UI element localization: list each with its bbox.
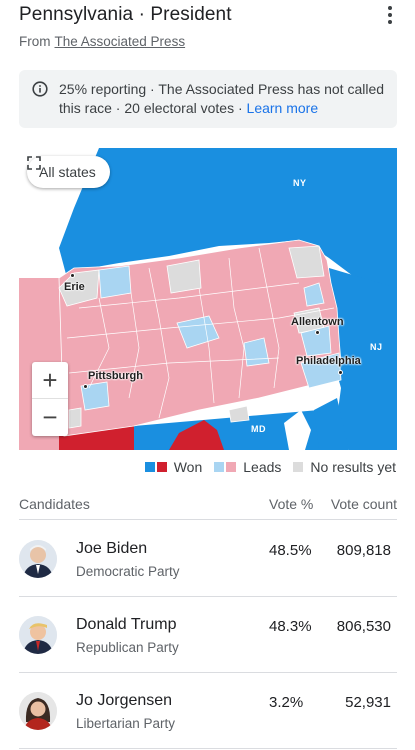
no-results-swatch: [293, 462, 304, 472]
header: Pennsylvania · President From The Associa…: [19, 4, 403, 56]
allentown-dot: [315, 330, 320, 335]
source-link[interactable]: The Associated Press: [55, 34, 186, 49]
allentown-label: Allentown: [291, 316, 344, 328]
candidate-party: Democratic Party: [76, 564, 180, 579]
source-prefix: From: [19, 34, 51, 49]
avatar: [19, 616, 57, 654]
candidate-vote-pct: 48.5%: [269, 542, 312, 559]
results-map[interactable]: All states + − NY NJ MD Erie Allentown P…: [19, 148, 397, 450]
header-vote-pct: Vote %: [269, 496, 314, 512]
legend-won: Won: [144, 459, 203, 475]
no-results-county-4: [68, 407, 82, 429]
ny-label: NY: [293, 178, 307, 188]
pittsburgh-label: Pittsburgh: [88, 370, 143, 382]
won-rep-swatch: [156, 462, 167, 472]
all-states-button[interactable]: All states: [27, 156, 110, 188]
candidate-vote-count: 806,530: [336, 618, 391, 635]
candidate-party: Republican Party: [76, 640, 179, 655]
candidate-row[interactable]: Donald Trump Republican Party 48.3% 806,…: [19, 597, 397, 673]
won-dem-swatch: [144, 462, 155, 472]
candidate-vote-count: 809,818: [336, 542, 391, 559]
all-states-label: All states: [39, 164, 96, 180]
candidate-name: Donald Trump: [76, 616, 177, 633]
candidate-row[interactable]: Jo Jorgensen Libertarian Party 3.2% 52,9…: [19, 673, 397, 749]
results-table-header: Candidates Vote % Vote count: [19, 496, 397, 520]
notice-text: 25% reporting · The Associated Press has…: [59, 81, 385, 116]
candidate-vote-count: 52,931: [345, 694, 391, 711]
candidate-vote-pct: 3.2%: [269, 694, 304, 711]
candidate-vote-pct: 48.3%: [269, 618, 312, 635]
legend-no-results-label: No results yet: [310, 459, 396, 475]
avatar: [19, 540, 57, 578]
candidate-name: Joe Biden: [76, 540, 148, 557]
md-label: MD: [251, 424, 266, 434]
pittsburgh-dot: [83, 384, 88, 389]
expand-icon: [27, 156, 41, 170]
candidate-row[interactable]: Joe Biden Democratic Party 48.5% 809,818: [19, 521, 397, 597]
philadelphia-label: Philadelphia: [296, 355, 361, 367]
header-candidates: Candidates: [19, 496, 90, 512]
map-legend: Won Leads No results yet: [133, 459, 396, 475]
no-results-county-1: [166, 259, 202, 294]
leads-rep-swatch: [226, 462, 237, 472]
learn-more-link[interactable]: Learn more: [247, 100, 319, 116]
dem-leads-erie: [98, 265, 132, 299]
legend-won-label: Won: [173, 459, 203, 475]
more-options-icon[interactable]: [387, 6, 393, 24]
erie-label: Erie: [64, 281, 85, 293]
leads-dem-swatch: [214, 462, 225, 472]
nj-label: NJ: [370, 342, 383, 352]
header-vote-count: Vote count: [330, 496, 397, 512]
map-canvas: [19, 148, 397, 450]
source-line: From The Associated Press: [19, 34, 185, 49]
reporting-notice: 25% reporting · The Associated Press has…: [19, 70, 397, 128]
info-icon: [32, 81, 48, 97]
erie-dot: [70, 273, 75, 278]
legend-leads-label: Leads: [243, 459, 282, 475]
legend-no-results: No results yet: [293, 459, 396, 475]
zoom-in-button[interactable]: +: [32, 362, 68, 399]
candidate-name: Jo Jorgensen: [76, 692, 173, 709]
no-results-county-5: [228, 405, 250, 423]
zoom-controls: + −: [32, 362, 68, 436]
page-title: Pennsylvania · President: [19, 4, 232, 25]
candidate-party: Libertarian Party: [76, 716, 176, 731]
zoom-out-button[interactable]: −: [32, 399, 68, 436]
legend-leads: Leads: [214, 459, 281, 475]
avatar: [19, 692, 57, 730]
philadelphia-dot: [338, 370, 343, 375]
